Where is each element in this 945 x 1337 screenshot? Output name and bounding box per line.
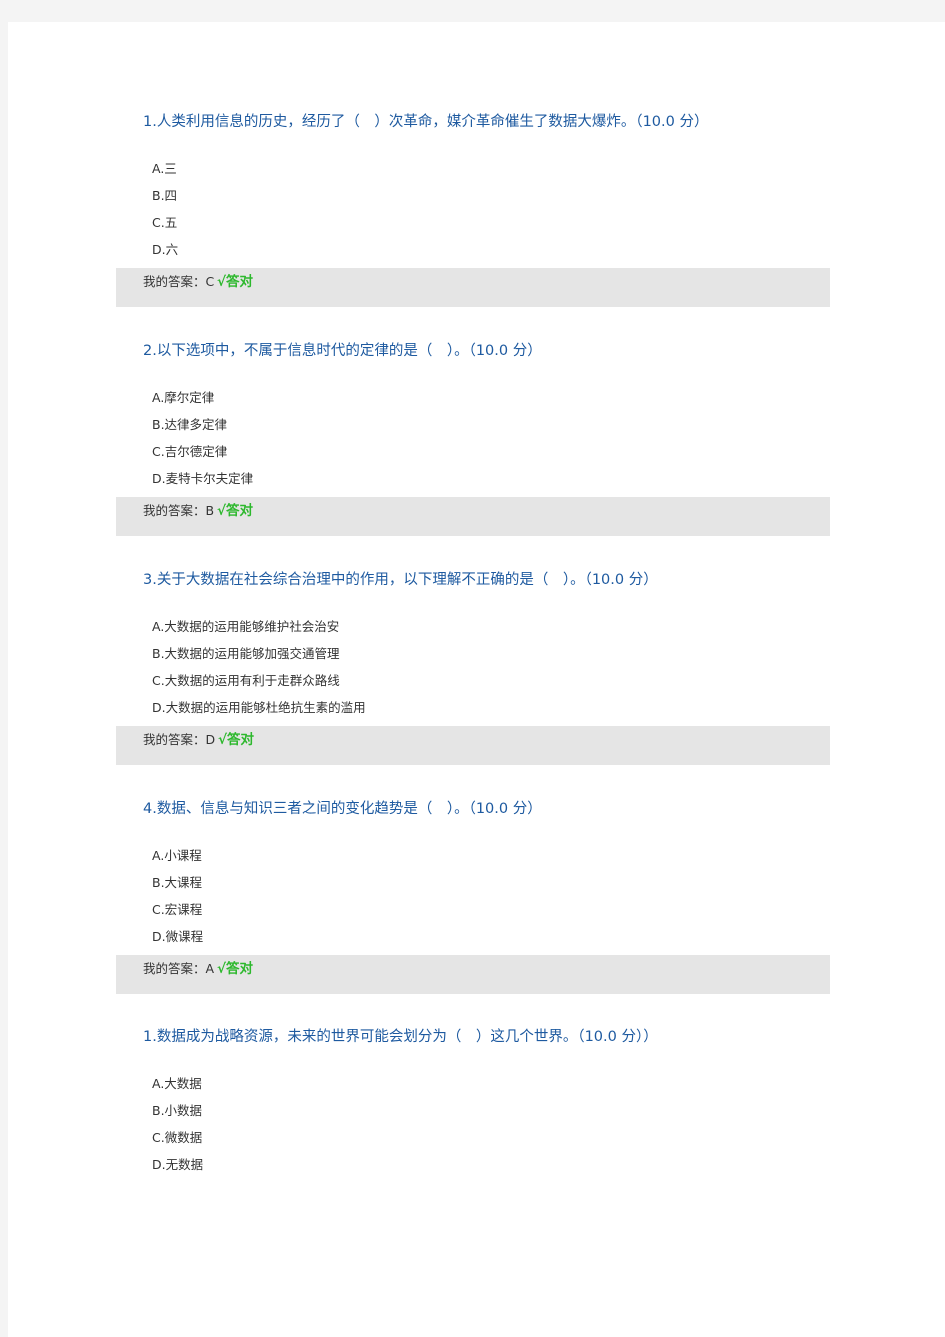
- question-title: 3.关于大数据在社会综合治理中的作用，以下理解不正确的是（ ）。（10.0 分）: [143, 572, 658, 588]
- option-item: B.大数据的运用能够加强交通管理: [152, 646, 340, 661]
- option-item: A.摩尔定律: [152, 390, 215, 405]
- option-item: A.大数据: [152, 1076, 202, 1091]
- option-item: C.大数据的运用有利于走群众路线: [152, 673, 340, 688]
- option-item: B.大课程: [152, 875, 203, 890]
- option-item: D.麦特卡尔夫定律: [152, 471, 254, 486]
- option-item: C.五: [152, 215, 178, 230]
- option-item: C.宏课程: [152, 902, 203, 917]
- option-item: B.四: [152, 188, 178, 203]
- option-item: C.吉尔德定律: [152, 444, 228, 459]
- my-answer-label: 我的答案：C: [143, 274, 215, 289]
- correct-badge: √答对: [217, 274, 254, 290]
- document-page: [8, 22, 945, 1337]
- answer-box: 我的答案：D √答对: [116, 726, 830, 765]
- option-item: A.小课程: [152, 848, 202, 863]
- option-item: D.无数据: [152, 1157, 204, 1172]
- question-title: 1.数据成为战略资源，未来的世界可能会划分为（ ）这几个世界。（10.0 分））: [143, 1029, 658, 1045]
- my-answer-label: 我的答案：A: [143, 961, 215, 976]
- option-item: C.微数据: [152, 1130, 203, 1145]
- answer-box: 我的答案：B √答对: [116, 497, 830, 536]
- answer-box: 我的答案：A √答对: [116, 955, 830, 994]
- my-answer-label: 我的答案：B: [143, 503, 215, 518]
- option-item: B.达律多定律: [152, 417, 228, 432]
- question-title: 1.人类利用信息的历史，经历了（ ）次革命，媒介革命催生了数据大爆炸。（10.0…: [143, 114, 709, 130]
- correct-badge: √答对: [218, 732, 255, 748]
- my-answer-label: 我的答案：D: [143, 732, 216, 747]
- question-title: 2.以下选项中，不属于信息时代的定律的是（ ）。（10.0 分）: [143, 343, 542, 359]
- answer-box: 我的答案：C √答对: [116, 268, 830, 307]
- option-item: D.六: [152, 242, 179, 257]
- option-item: B.小数据: [152, 1103, 203, 1118]
- question-title: 4.数据、信息与知识三者之间的变化趋势是（ ）。（10.0 分）: [143, 801, 542, 817]
- option-item: A.三: [152, 161, 177, 176]
- option-item: D.微课程: [152, 929, 204, 944]
- correct-badge: √答对: [217, 503, 254, 519]
- option-item: D.大数据的运用能够杜绝抗生素的滥用: [152, 700, 366, 715]
- correct-badge: √答对: [217, 961, 254, 977]
- option-item: A.大数据的运用能够维护社会治安: [152, 619, 340, 634]
